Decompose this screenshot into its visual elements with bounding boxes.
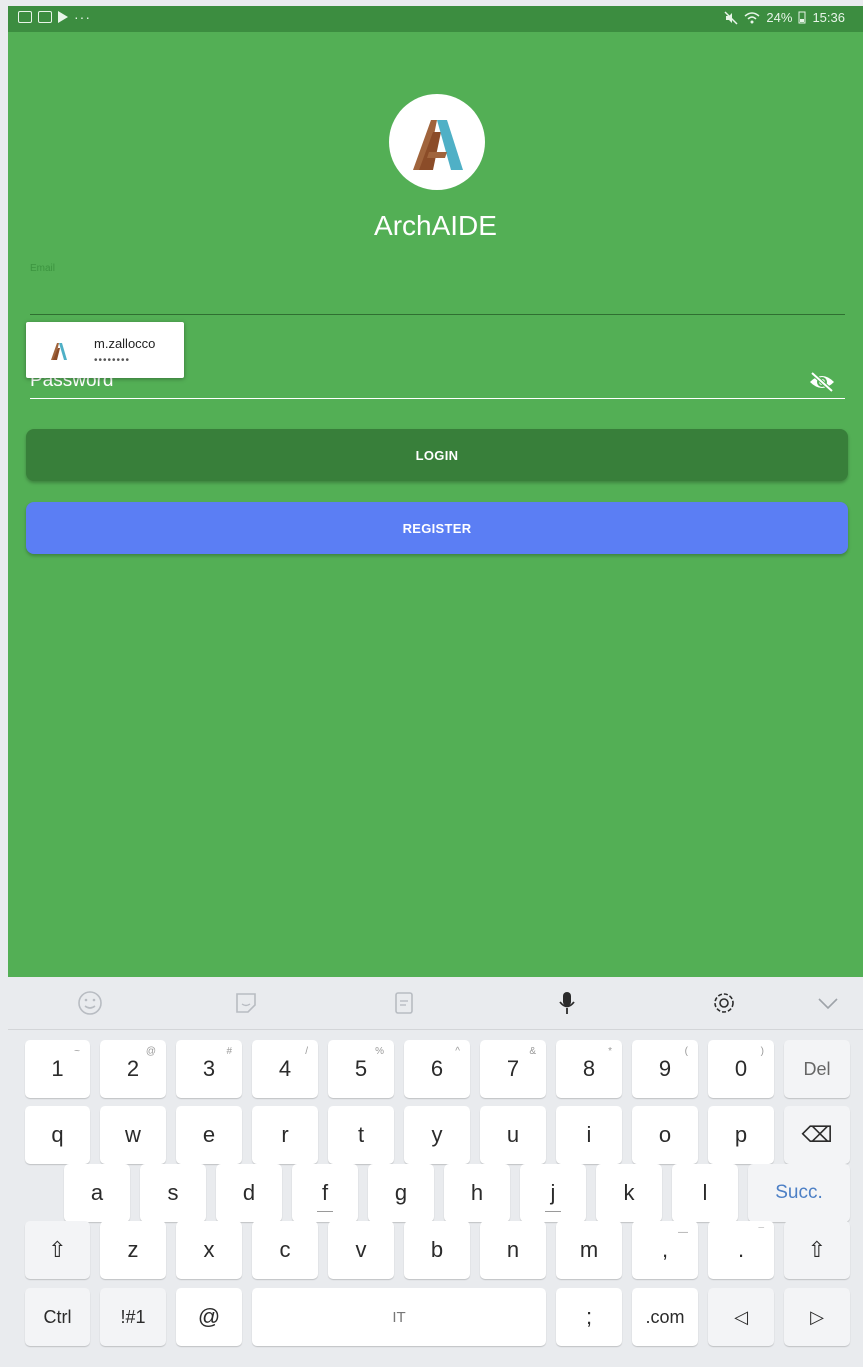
keyboard-row-numbers: 1 ~ 2 @ 3 # 4/ 5% 6 ^ 7 & 8 * 9( 0) Del — [8, 1040, 863, 1100]
archaide-logo-icon — [413, 120, 463, 170]
notification-icons: ··· — [18, 10, 91, 24]
key-semicolon[interactable]: ; — [556, 1288, 622, 1346]
keyboard-toolbar — [8, 977, 863, 1030]
mute-icon — [724, 10, 738, 25]
key-v[interactable]: v — [328, 1221, 394, 1279]
battery-percent: 24% — [766, 10, 793, 25]
login-screen: ArchAIDE Email Password m.zallocco •••••… — [8, 32, 863, 977]
battery-icon — [798, 11, 806, 24]
key-q[interactable]: q — [25, 1106, 90, 1164]
autofill-username: m.zallocco — [94, 336, 156, 351]
key-b[interactable]: b — [404, 1221, 470, 1279]
system-indicators: 24% 15:36 — [724, 10, 845, 25]
status-bar: ··· 24% 15:36 — [8, 6, 863, 32]
key-1[interactable]: 1 ~ — [25, 1040, 90, 1098]
key-j[interactable]: j — [520, 1164, 586, 1222]
key-f[interactable]: f — [292, 1164, 358, 1222]
key-z[interactable]: z — [100, 1221, 166, 1279]
password-field[interactable] — [30, 398, 845, 399]
toggle-password-visibility-icon[interactable] — [808, 370, 836, 394]
autofill-password-mask: •••••••• — [94, 355, 131, 366]
key-space[interactable]: IT — [252, 1288, 546, 1346]
clock: 15:36 — [812, 10, 845, 25]
key-7[interactable]: 7 & — [480, 1040, 546, 1098]
email-field[interactable] — [30, 314, 845, 315]
key-g[interactable]: g — [368, 1164, 434, 1222]
key-shift-left[interactable]: ⇧ — [25, 1221, 90, 1279]
key-e[interactable]: e — [176, 1106, 242, 1164]
key-ctrl[interactable]: Ctrl — [25, 1288, 90, 1346]
key-cursor-right[interactable]: ▷ — [784, 1288, 850, 1346]
clipboard-icon[interactable] — [390, 989, 418, 1017]
shift-icon: ⇧ — [807, 1237, 827, 1262]
emoji-icon[interactable] — [76, 989, 104, 1017]
key-r[interactable]: r — [252, 1106, 318, 1164]
key-d[interactable]: d — [216, 1164, 282, 1222]
play-store-notification-icon — [58, 11, 68, 23]
key-a[interactable]: a — [64, 1164, 130, 1222]
mail-notification-icon — [38, 11, 52, 23]
app-title: ArchAIDE — [374, 210, 497, 241]
key-3[interactable]: 3 # — [176, 1040, 242, 1098]
email-field-label: Email — [30, 263, 56, 274]
app-logo — [389, 94, 485, 190]
key-dotcom[interactable]: .com — [632, 1288, 698, 1346]
key-p[interactable]: p — [708, 1106, 774, 1164]
key-t[interactable]: t — [328, 1106, 394, 1164]
key-9[interactable]: 9( — [632, 1040, 698, 1098]
key-backspace[interactable]: ⌫ — [784, 1106, 850, 1164]
key-n[interactable]: n — [480, 1221, 546, 1279]
keyboard-row-top-letters: q w e r t y u i o p ⌫ — [8, 1106, 863, 1166]
key-i[interactable]: i — [556, 1106, 622, 1164]
key-k[interactable]: k — [596, 1164, 662, 1222]
settings-icon[interactable] — [710, 989, 738, 1017]
key-x[interactable]: x — [176, 1221, 242, 1279]
right-arrow-icon: ▷ — [810, 1306, 824, 1327]
key-symbols[interactable]: !#1 — [100, 1288, 166, 1346]
key-l[interactable]: l — [672, 1164, 738, 1222]
backspace-icon: ⌫ — [801, 1122, 833, 1147]
sticker-icon[interactable] — [232, 989, 260, 1017]
key-c[interactable]: c — [252, 1221, 318, 1279]
key-enter[interactable]: Succ. — [748, 1164, 850, 1222]
gallery-notification-icon — [18, 11, 32, 23]
register-button[interactable]: REGISTER — [26, 502, 848, 554]
toolbar-divider — [8, 1029, 863, 1030]
key-delete[interactable]: Del — [784, 1040, 850, 1098]
key-2[interactable]: 2 @ — [100, 1040, 166, 1098]
key-6[interactable]: 6 ^ — [404, 1040, 470, 1098]
keyboard-row-function: Ctrl !#1 @ IT ; .com ◁ ▷ — [8, 1288, 863, 1348]
key-shift-right[interactable]: ⇧ — [784, 1221, 850, 1279]
key-period[interactable]: . ¯ — [708, 1221, 774, 1279]
key-s[interactable]: s — [140, 1164, 206, 1222]
login-button[interactable]: LOGIN — [26, 429, 848, 481]
microphone-icon[interactable] — [553, 989, 581, 1017]
wifi-icon — [744, 11, 760, 23]
more-notifications-icon: ··· — [74, 9, 91, 25]
key-at[interactable]: @ — [176, 1288, 242, 1346]
left-arrow-icon: ◁ — [734, 1306, 748, 1327]
key-cursor-left[interactable]: ◁ — [708, 1288, 774, 1346]
key-u[interactable]: u — [480, 1106, 546, 1164]
key-8[interactable]: 8 * — [556, 1040, 622, 1098]
key-comma[interactable]: , — — [632, 1221, 698, 1279]
on-screen-keyboard: 1 ~ 2 @ 3 # 4/ 5% 6 ^ 7 & 8 * 9( 0) Del q w e … — [8, 977, 863, 1367]
keyboard-row-bottom-letters: ⇧ z x c v b n m , — . ¯ ⇧ — [8, 1221, 863, 1281]
key-y[interactable]: y — [404, 1106, 470, 1164]
shift-icon: ⇧ — [48, 1237, 67, 1262]
key-h[interactable]: h — [444, 1164, 510, 1222]
autofill-app-icon — [51, 343, 67, 360]
autofill-suggestion[interactable]: m.zallocco •••••••• — [26, 322, 184, 378]
key-5[interactable]: 5% — [328, 1040, 394, 1098]
key-0[interactable]: 0) — [708, 1040, 774, 1098]
keyboard-row-middle-letters: a s d f g h j k l Succ. — [8, 1164, 863, 1224]
key-m[interactable]: m — [556, 1221, 622, 1279]
collapse-keyboard-icon[interactable] — [814, 989, 842, 1017]
key-o[interactable]: o — [632, 1106, 698, 1164]
key-w[interactable]: w — [100, 1106, 166, 1164]
key-4[interactable]: 4/ — [252, 1040, 318, 1098]
